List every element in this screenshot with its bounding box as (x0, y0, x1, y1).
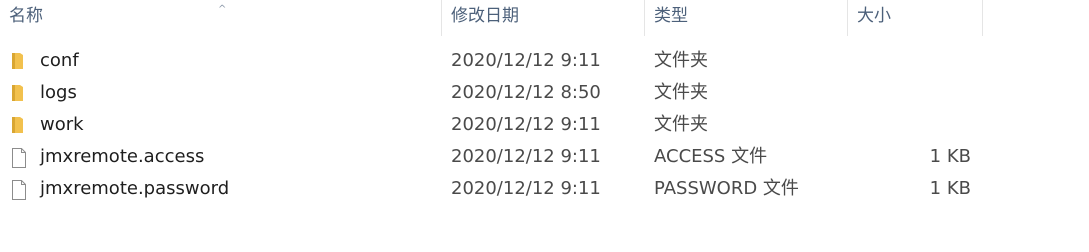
file-name: work (40, 114, 84, 135)
column-header-date-label: 修改日期 (451, 6, 519, 26)
file-type: ACCESS 文件 (654, 146, 768, 167)
file-name: logs (40, 82, 77, 103)
file-name: jmxremote.password (40, 178, 230, 199)
file-size: 1 KB (929, 146, 971, 167)
column-header-type-label: 类型 (654, 6, 688, 26)
file-name: conf (40, 50, 79, 71)
file-row[interactable]: work 2020/12/12 9:11 文件夹 (0, 109, 1089, 141)
column-header-size[interactable]: 大小 (848, 0, 983, 36)
file-name: jmxremote.access (40, 146, 205, 167)
file-explorer-list: 名称 ^ 修改日期 类型 大小 conf 2020/12/12 9:11 文件夹 (0, 0, 1089, 252)
file-icon (11, 141, 31, 173)
column-header-name-label: 名称 (9, 6, 43, 26)
folder-icon (11, 45, 31, 77)
file-size: 1 KB (929, 178, 971, 199)
file-row[interactable]: jmxremote.password 2020/12/12 9:11 PASSW… (0, 173, 1089, 205)
column-header-type[interactable]: 类型 (645, 0, 848, 36)
file-modified-date: 2020/12/12 9:11 (451, 178, 601, 199)
file-icon (11, 173, 31, 205)
file-type: PASSWORD 文件 (654, 178, 799, 199)
file-type: 文件夹 (654, 50, 708, 71)
file-list: conf 2020/12/12 9:11 文件夹 logs 2020/12/12… (0, 45, 1089, 205)
folder-icon (11, 77, 31, 109)
file-row[interactable]: jmxremote.access 2020/12/12 9:11 ACCESS … (0, 141, 1089, 173)
file-type: 文件夹 (654, 82, 708, 103)
column-header-date[interactable]: 修改日期 (442, 0, 645, 36)
file-modified-date: 2020/12/12 9:11 (451, 146, 601, 167)
file-row[interactable]: conf 2020/12/12 9:11 文件夹 (0, 45, 1089, 77)
sort-indicator-icon: ^ (218, 4, 227, 15)
column-header-name[interactable]: 名称 ^ (0, 0, 442, 36)
file-type: 文件夹 (654, 114, 708, 135)
folder-icon (11, 109, 31, 141)
column-header-bar: 名称 ^ 修改日期 类型 大小 (0, 0, 1089, 36)
file-modified-date: 2020/12/12 8:50 (451, 82, 601, 103)
column-header-size-label: 大小 (857, 6, 891, 26)
file-modified-date: 2020/12/12 9:11 (451, 50, 601, 71)
file-row[interactable]: logs 2020/12/12 8:50 文件夹 (0, 77, 1089, 109)
file-modified-date: 2020/12/12 9:11 (451, 114, 601, 135)
